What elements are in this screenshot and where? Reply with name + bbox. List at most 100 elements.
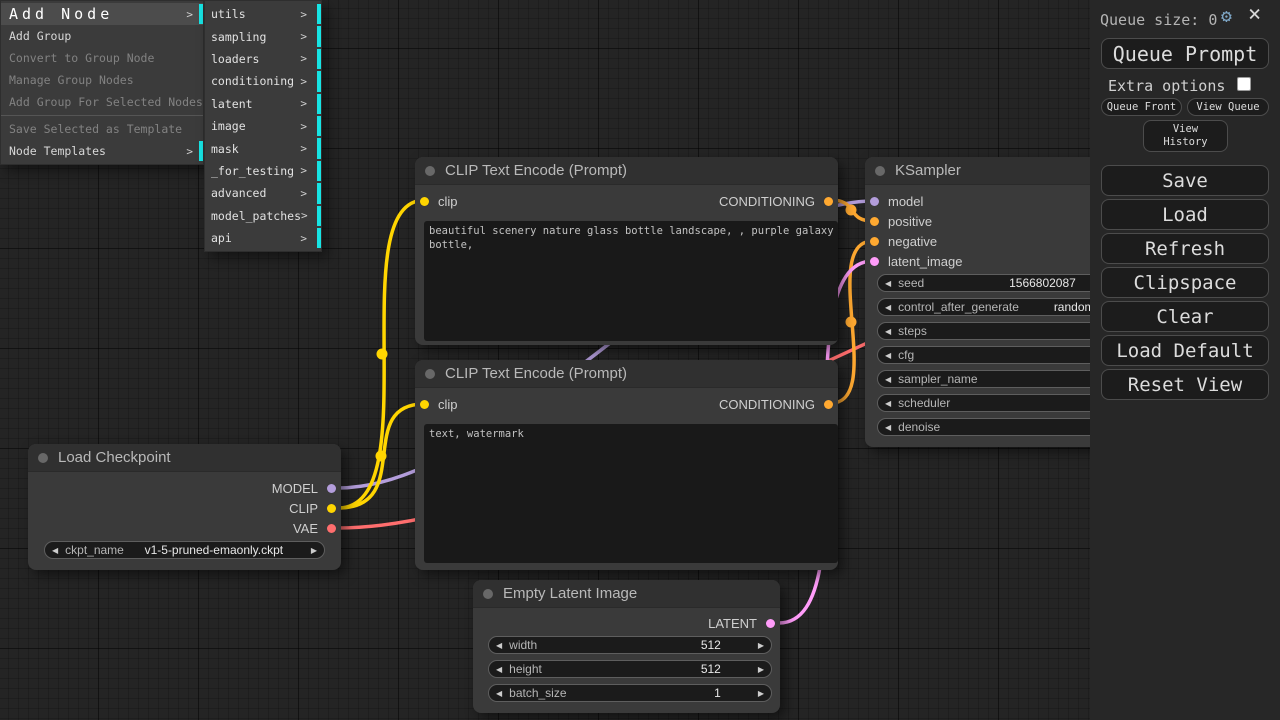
settings-gear-icon[interactable]: ⚙ — [1221, 8, 1232, 26]
submenu-arrow-icon: > — [300, 75, 313, 88]
clear-button[interactable]: Clear — [1101, 301, 1269, 332]
input-port-model[interactable] — [870, 197, 879, 206]
output-port-clip[interactable] — [327, 504, 336, 513]
extra-options-checkbox[interactable] — [1237, 77, 1251, 91]
submenu-item-mask[interactable]: mask > — [205, 137, 321, 159]
save-button[interactable]: Save — [1101, 165, 1269, 196]
input-port-positive[interactable] — [870, 217, 879, 226]
output-port-vae[interactable] — [327, 524, 336, 533]
output-port-model[interactable] — [327, 484, 336, 493]
widget-value: 1 — [567, 686, 751, 700]
increment-arrow-icon[interactable]: ▶ — [751, 689, 771, 698]
node-empty-latent-image[interactable]: Empty Latent Image LATENT ◀ width 512 ▶ … — [473, 580, 780, 713]
submenu-arrow-icon: > — [300, 142, 313, 155]
collapse-dot[interactable] — [875, 166, 885, 176]
decrement-arrow-icon[interactable]: ◀ — [878, 303, 898, 312]
menu-item-add-group-for-selected: Add Group For Selected Nodes — [1, 91, 203, 113]
reset-view-button[interactable]: Reset View — [1101, 369, 1269, 400]
node-load-checkpoint[interactable]: Load Checkpoint MODEL CLIP VAE ◀ ckpt_na… — [28, 444, 341, 570]
submenu-item-model-patches[interactable]: model_patches > — [205, 205, 321, 227]
submenu-item-sampling[interactable]: sampling > — [205, 25, 321, 47]
submenu-arrow-icon: > — [300, 120, 313, 133]
submenu-indicator-bar — [317, 94, 321, 114]
prompt-textarea[interactable]: text, watermark — [424, 424, 838, 563]
decrement-arrow-icon[interactable]: ◀ — [878, 375, 898, 384]
add-node-submenu: utils > sampling > loaders > conditionin… — [204, 0, 322, 252]
decrement-arrow-icon[interactable]: ◀ — [878, 327, 898, 336]
submenu-arrow-icon: > — [300, 8, 313, 21]
decrement-arrow-icon[interactable]: ◀ — [489, 665, 509, 674]
view-history-button[interactable]: View History — [1143, 120, 1228, 152]
increment-arrow-icon[interactable]: ▶ — [304, 546, 324, 555]
decrement-arrow-icon[interactable]: ◀ — [878, 351, 898, 360]
collapse-dot[interactable] — [38, 453, 48, 463]
submenu-item-utils[interactable]: utils > — [205, 3, 321, 25]
widget-value: v1-5-pruned-emaonly.ckpt — [124, 543, 304, 557]
node-titlebar[interactable]: Empty Latent Image — [473, 580, 780, 608]
menu-item-save-selected-as-template: Save Selected as Template — [1, 118, 203, 140]
port-row: VAE — [28, 518, 341, 538]
node-title: KSampler — [895, 162, 961, 179]
queue-prompt-button[interactable]: Queue Prompt — [1101, 38, 1269, 69]
collapse-dot[interactable] — [425, 166, 435, 176]
submenu-item-latent[interactable]: latent > — [205, 93, 321, 115]
decrement-arrow-icon[interactable]: ◀ — [878, 399, 898, 408]
widget-batch-size[interactable]: ◀ batch_size 1 ▶ — [488, 684, 772, 702]
load-default-button[interactable]: Load Default — [1101, 335, 1269, 366]
context-menu: Add Node > Add Group Convert to Group No… — [0, 0, 204, 165]
prompt-textarea[interactable]: beautiful scenery nature glass bottle la… — [424, 221, 838, 341]
increment-arrow-icon[interactable]: ▶ — [751, 641, 771, 650]
node-titlebar[interactable]: CLIP Text Encode (Prompt) — [415, 360, 838, 388]
submenu-item-conditioning[interactable]: conditioning > — [205, 70, 321, 92]
collapse-dot[interactable] — [483, 589, 493, 599]
link-midpoint-dot — [377, 349, 388, 360]
port-row: CLIP — [28, 498, 341, 518]
decrement-arrow-icon[interactable]: ◀ — [45, 546, 65, 555]
node-clip-text-encode-positive[interactable]: CLIP Text Encode (Prompt) clip CONDITION… — [415, 157, 838, 345]
output-port-conditioning[interactable] — [824, 400, 833, 409]
submenu-item-image[interactable]: image > — [205, 115, 321, 137]
refresh-button[interactable]: Refresh — [1101, 233, 1269, 264]
view-queue-button[interactable]: View Queue — [1187, 98, 1269, 116]
decrement-arrow-icon[interactable]: ◀ — [489, 689, 509, 698]
input-port-negative[interactable] — [870, 237, 879, 246]
decrement-arrow-icon[interactable]: ◀ — [878, 423, 898, 432]
menu-item-node-templates[interactable]: Node Templates > — [1, 140, 203, 162]
queue-front-button[interactable]: Queue Front — [1101, 98, 1182, 116]
widget-ckpt-name[interactable]: ◀ ckpt_name v1-5-pruned-emaonly.ckpt ▶ — [44, 541, 325, 559]
submenu-item-loaders[interactable]: loaders > — [205, 48, 321, 70]
node-clip-text-encode-negative[interactable]: CLIP Text Encode (Prompt) clip CONDITION… — [415, 360, 838, 570]
port-row: MODEL — [28, 478, 341, 498]
widget-width[interactable]: ◀ width 512 ▶ — [488, 636, 772, 654]
node-title: CLIP Text Encode (Prompt) — [445, 162, 627, 179]
increment-arrow-icon[interactable]: ▶ — [751, 665, 771, 674]
node-title: Load Checkpoint — [58, 449, 171, 466]
output-label: CONDITIONING — [719, 397, 815, 412]
load-button[interactable]: Load — [1101, 199, 1269, 230]
output-port-conditioning[interactable] — [824, 197, 833, 206]
submenu-item-advanced[interactable]: advanced > — [205, 182, 321, 204]
comfy-menu-panel: Queue size: 0 ⚙ × Queue Prompt Extra opt… — [1090, 0, 1280, 720]
submenu-item-for-testing[interactable]: _for_testing > — [205, 160, 321, 182]
menu-item-add-group[interactable]: Add Group — [1, 25, 203, 47]
submenu-item-api[interactable]: api > — [205, 227, 321, 249]
submenu-indicator-bar — [199, 4, 203, 24]
collapse-dot[interactable] — [425, 369, 435, 379]
decrement-arrow-icon[interactable]: ◀ — [878, 279, 898, 288]
input-port-latent-image[interactable] — [870, 257, 879, 266]
decrement-arrow-icon[interactable]: ◀ — [489, 641, 509, 650]
menu-item-add-node[interactable]: Add Node > — [1, 3, 203, 25]
input-label: latent_image — [888, 254, 962, 269]
widget-height[interactable]: ◀ height 512 ▶ — [488, 660, 772, 678]
node-titlebar[interactable]: Load Checkpoint — [28, 444, 341, 472]
extra-options-label: Extra options — [1108, 77, 1225, 95]
output-label: VAE — [293, 521, 318, 536]
close-icon[interactable]: × — [1248, 4, 1261, 26]
submenu-arrow-icon: > — [300, 52, 313, 65]
output-port-latent[interactable] — [766, 619, 775, 628]
submenu-indicator-bar — [317, 4, 321, 24]
input-label: negative — [888, 234, 937, 249]
node-titlebar[interactable]: CLIP Text Encode (Prompt) — [415, 157, 838, 185]
submenu-arrow-icon: > — [301, 209, 314, 222]
clipspace-button[interactable]: Clipspace — [1101, 267, 1269, 298]
